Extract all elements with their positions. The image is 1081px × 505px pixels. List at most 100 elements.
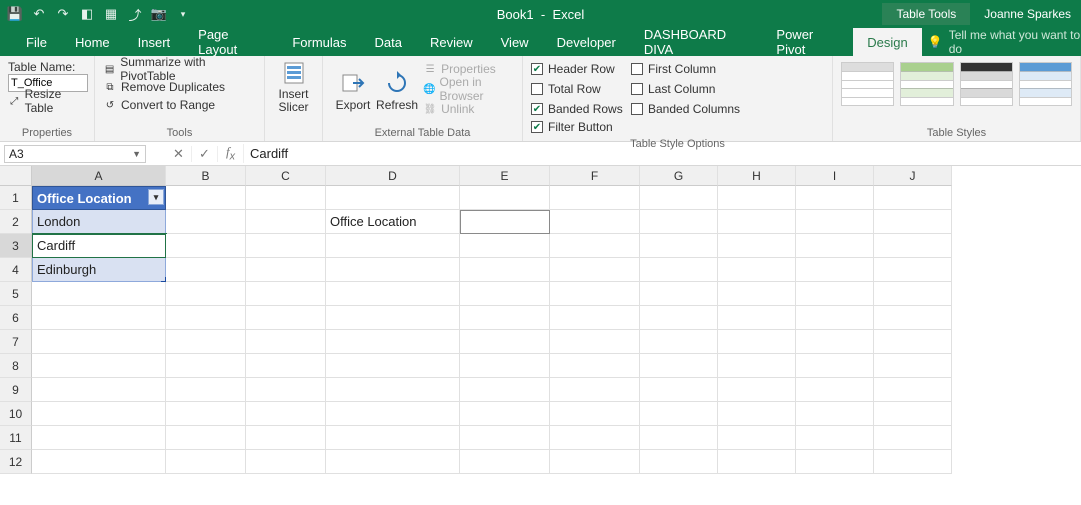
cell[interactable] [550,378,640,402]
cell[interactable] [460,330,550,354]
cancel-formula-button[interactable]: ✕ [166,146,192,162]
tab-home[interactable]: Home [61,28,124,56]
cell[interactable] [166,330,246,354]
cell[interactable] [640,378,718,402]
checkbox-header-row[interactable]: ✔Header Row [531,60,631,78]
cell[interactable] [640,210,718,234]
cell[interactable] [166,306,246,330]
filter-dropdown-icon[interactable]: ▾ [148,189,164,205]
cell[interactable] [246,354,326,378]
cell[interactable] [550,210,640,234]
cell[interactable] [796,450,874,474]
cell[interactable] [796,258,874,282]
cell[interactable] [718,354,796,378]
cell[interactable] [326,330,460,354]
cell[interactable] [460,426,550,450]
qat-icon-3[interactable]: ⤴ [126,5,144,23]
remove-duplicates-button[interactable]: ⧉Remove Duplicates [103,78,256,96]
cell[interactable] [796,306,874,330]
cell[interactable] [718,450,796,474]
cell[interactable] [460,354,550,378]
cell[interactable] [796,210,874,234]
summarize-pivot-button[interactable]: ▤Summarize with PivotTable [103,60,256,78]
cell[interactable] [166,426,246,450]
cell[interactable] [246,186,326,210]
cell[interactable] [718,426,796,450]
qat-icon-2[interactable]: ▦ [102,5,120,23]
cell[interactable] [874,258,952,282]
cell[interactable] [874,234,952,258]
cell[interactable] [32,402,166,426]
cell[interactable] [718,402,796,426]
cell[interactable] [550,354,640,378]
cell[interactable] [460,378,550,402]
formula-input[interactable]: Cardiff [244,146,1081,161]
checkbox-banded-columns[interactable]: Banded Columns [631,100,741,118]
column-header[interactable]: J [874,166,952,186]
cell[interactable] [326,234,460,258]
cell[interactable] [326,402,460,426]
cell[interactable] [246,330,326,354]
cell[interactable] [550,306,640,330]
cell[interactable] [796,186,874,210]
cell[interactable] [550,402,640,426]
cell[interactable] [460,450,550,474]
cell[interactable] [640,186,718,210]
qat-dropdown-icon[interactable]: ▾ [174,5,192,23]
row-header[interactable]: 10 [0,402,32,426]
column-header[interactable]: F [550,166,640,186]
cell[interactable] [796,282,874,306]
unlink-button[interactable]: ⛓Unlink [423,100,514,118]
cell[interactable] [326,258,460,282]
cell[interactable] [246,234,326,258]
cell[interactable] [32,306,166,330]
accept-formula-button[interactable]: ✓ [192,146,218,162]
cell[interactable] [326,450,460,474]
tab-view[interactable]: View [487,28,543,56]
cell[interactable] [718,330,796,354]
cell[interactable] [32,426,166,450]
open-browser-button[interactable]: 🌐Open in Browser [423,80,514,98]
cell[interactable] [640,402,718,426]
cell[interactable]: Edinburgh [32,258,166,282]
checkbox-last-column[interactable]: Last Column [631,80,741,98]
cell[interactable] [460,210,550,234]
cell[interactable] [640,306,718,330]
cell[interactable] [550,282,640,306]
cell[interactable] [32,354,166,378]
cell[interactable] [874,186,952,210]
row-header[interactable]: 6 [0,306,32,330]
row-header[interactable]: 1 [0,186,32,210]
cell[interactable] [874,426,952,450]
table-style-thumb[interactable] [841,62,894,106]
column-header[interactable]: B [166,166,246,186]
tab-developer[interactable]: Developer [543,28,630,56]
checkbox-filter-button[interactable]: ✔Filter Button [531,118,621,136]
cell[interactable] [246,282,326,306]
tab-file[interactable]: File [12,28,61,56]
cell[interactable] [550,426,640,450]
cell[interactable] [874,354,952,378]
cell[interactable] [550,450,640,474]
chevron-down-icon[interactable]: ▼ [132,149,141,159]
cell[interactable] [326,426,460,450]
tab-page-layout[interactable]: Page Layout [184,28,278,56]
cell[interactable] [32,450,166,474]
convert-range-button[interactable]: ↺Convert to Range [103,96,256,114]
row-header[interactable]: 7 [0,330,32,354]
save-icon[interactable]: 💾 [6,5,24,23]
tab-design[interactable]: Design [853,28,921,56]
camera-icon[interactable]: 📷 [150,5,168,23]
cell[interactable] [640,234,718,258]
cell[interactable] [718,210,796,234]
user-name[interactable]: Joanne Sparkes [984,7,1071,21]
cell[interactable] [874,210,952,234]
cell[interactable] [326,186,460,210]
resize-table-button[interactable]: ⤢ Resize Table [8,92,86,110]
cell[interactable] [718,234,796,258]
tab-power-pivot[interactable]: Power Pivot [762,28,853,56]
row-header[interactable]: 2 [0,210,32,234]
cell[interactable] [874,402,952,426]
cell[interactable] [874,378,952,402]
column-header[interactable]: A [32,166,166,186]
